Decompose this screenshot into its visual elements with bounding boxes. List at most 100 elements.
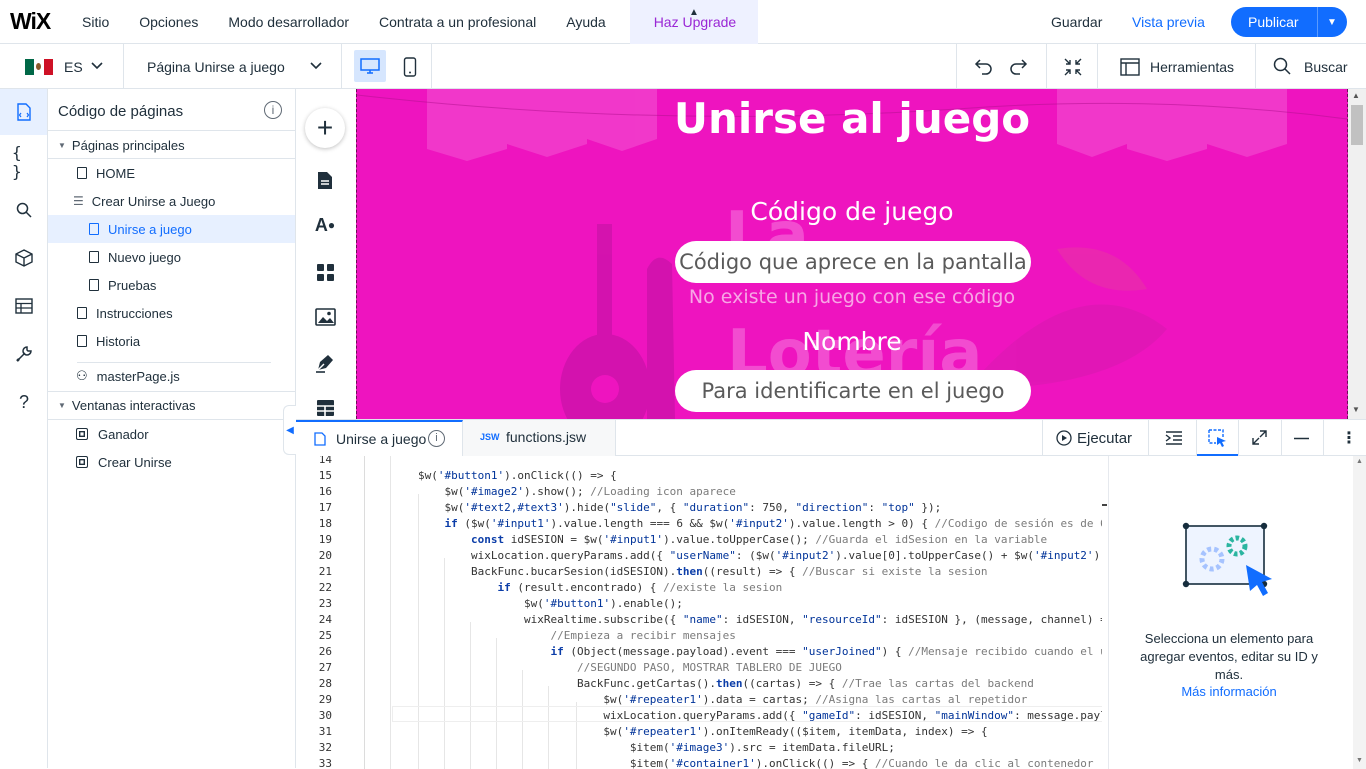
section-popups[interactable]: ▼ Ventanas interactivas	[48, 391, 295, 419]
package-icon[interactable]	[15, 249, 33, 267]
page-item-crear-unirse[interactable]: ☰ Crear Unirse a Juego	[48, 187, 295, 215]
code-line[interactable]: 30 wixLocation.queryParams.add({ "gameId…	[296, 708, 1108, 724]
collapse-panel-button[interactable]: ◀	[283, 405, 296, 455]
add-elements-icon[interactable]: +	[305, 108, 345, 148]
code-line[interactable]: 21 BackFunc.bucarSesion(idSESION).then((…	[296, 564, 1108, 580]
code-line[interactable]: 19 const idSESION = $w('#input1').value.…	[296, 532, 1108, 548]
database-table-icon[interactable]	[15, 298, 33, 314]
media-icon[interactable]	[315, 308, 336, 326]
code-line[interactable]: 18 if ($w('#input1').value.length === 6 …	[296, 516, 1108, 532]
publish-button[interactable]: Publicar ▼	[1231, 7, 1347, 37]
theme-icon[interactable]: A ●	[314, 214, 336, 236]
blog-pen-icon[interactable]	[315, 353, 335, 373]
chevron-down-icon[interactable]	[310, 62, 322, 70]
more-info-link[interactable]: Más información	[1129, 684, 1329, 699]
wrench-icon[interactable]	[15, 345, 33, 363]
search-icon[interactable]	[16, 202, 32, 218]
site-canvas[interactable]: La Lotería Unirse al juego Código de jue…	[356, 89, 1348, 419]
page-code-tab[interactable]	[0, 89, 47, 135]
page-item-historia[interactable]: Historia	[48, 327, 295, 355]
error-message[interactable]: No existe un juego con ese código	[357, 286, 1347, 308]
tools-button[interactable]: Herramientas	[1150, 59, 1234, 75]
expand-icon[interactable]	[1252, 430, 1267, 445]
page-selector[interactable]: Página Unirse a juego	[147, 59, 285, 75]
section-main-pages[interactable]: ▼ Páginas principales	[48, 131, 295, 159]
zoom-out-icon[interactable]	[1064, 58, 1082, 76]
page-heading[interactable]: Unirse al juego	[357, 94, 1347, 143]
indent-icon[interactable]	[1165, 430, 1183, 446]
page-item-pruebas[interactable]: Pruebas	[48, 271, 295, 299]
code-line[interactable]: 22 if (result.encontrado) { //existe la …	[296, 580, 1108, 596]
code-line[interactable]: 16 $w('#image2').show(); //Loading icon …	[296, 484, 1108, 500]
code-line[interactable]: 29 $w('#repeater1').data = cartas; //Asi…	[296, 692, 1108, 708]
undo-icon[interactable]	[974, 57, 994, 75]
code-line[interactable]: 32 $item('#image3').src = itemData.fileU…	[296, 740, 1108, 756]
page-item-home[interactable]: HOME	[48, 159, 295, 187]
chevron-down-icon[interactable]: ▼	[1327, 17, 1337, 28]
info-icon[interactable]: i	[264, 101, 282, 119]
code-line[interactable]: 25 //Empieza a recibir mensajes	[296, 628, 1108, 644]
popup-item-crear-unirse[interactable]: Crear Unirse	[48, 448, 295, 476]
name-label[interactable]: Nombre	[357, 327, 1347, 356]
properties-panel-toggle[interactable]	[1197, 420, 1238, 456]
wix-logo[interactable]: WiX	[10, 8, 82, 35]
apps-icon[interactable]	[316, 263, 335, 282]
code-line[interactable]: 20 wixLocation.queryParams.add({ "userNa…	[296, 548, 1108, 564]
menu-ayuda[interactable]: Ayuda	[566, 14, 605, 30]
code-label[interactable]: Código de juego	[357, 197, 1347, 226]
tab-functions-jsw[interactable]: JSW functions.jsw	[463, 420, 616, 456]
more-options-icon[interactable]: ⋮	[1341, 428, 1357, 448]
desktop-view-button[interactable]	[354, 50, 386, 82]
info-icon[interactable]: i	[428, 430, 445, 447]
code-text: $item('#container1').onClick(() => { //C…	[418, 757, 1094, 769]
preview-button[interactable]: Vista previa	[1132, 14, 1205, 30]
code-line[interactable]: 15 $w('#button1').onClick(() => {	[296, 468, 1108, 484]
section-main-pages-label: Páginas principales	[71, 137, 185, 153]
redo-icon[interactable]	[1008, 57, 1028, 75]
pages-icon[interactable]	[317, 171, 333, 190]
code-line[interactable]: 27 //SEGUNDO PASO, MOSTRAR TABLERO DE JU…	[296, 660, 1108, 676]
canvas-scrollbar[interactable]: ▲ ▼	[1348, 89, 1366, 419]
language-label[interactable]: ES	[64, 59, 83, 75]
code-line[interactable]: 23 $w('#button1').enable();	[296, 596, 1108, 612]
popup-item-ganador[interactable]: Ganador	[48, 420, 295, 448]
help-icon[interactable]: ?	[12, 390, 36, 414]
code-line[interactable]: 31 $w('#repeater1').onItemReady(($item, …	[296, 724, 1108, 740]
code-line[interactable]: 14	[296, 456, 1108, 468]
page-item-unirse-a-juego[interactable]: Unirse a juego	[48, 215, 295, 243]
game-code-input[interactable]: Código que aprece en la pantalla	[675, 241, 1031, 283]
code-text: if (Object(message.payload).event === "u…	[550, 645, 1108, 658]
code-line[interactable]: 26 if (Object(message.payload).event ===…	[296, 644, 1108, 660]
tools-icon[interactable]	[1120, 58, 1140, 76]
right-pane-scrollbar[interactable]: ▲ ▼	[1353, 456, 1366, 769]
page-item-instrucciones[interactable]: Instrucciones	[48, 299, 295, 327]
menu-sitio[interactable]: Sitio	[82, 14, 109, 30]
table-icon[interactable]	[316, 399, 335, 417]
code-line[interactable]: 17 $w('#text2,#text3').hide("slide", { "…	[296, 500, 1108, 516]
chevron-up-icon: ▲	[688, 6, 699, 18]
code-area[interactable]: 14 15 $w('#button1').onClick(() => {16 $w(…	[296, 456, 1108, 769]
code-line[interactable]: 28 BackFunc.getCartas().then((cartas) =>…	[296, 676, 1108, 692]
upgrade-button[interactable]: ▲ Haz Upgrade	[629, 0, 759, 44]
popup-item-label: Crear Unirse	[98, 454, 172, 470]
play-icon	[1056, 430, 1072, 446]
search-icon[interactable]	[1273, 57, 1291, 75]
save-button[interactable]: Guardar	[1051, 14, 1102, 30]
tab-unirse-a-juego[interactable]: Unirse a juego i	[296, 420, 463, 456]
run-button[interactable]: Ejecutar	[1056, 420, 1132, 456]
menu-contrata-profesional[interactable]: Contrata a un profesional	[379, 14, 536, 30]
code-line[interactable]: 24 wixRealtime.subscribe({ "name": idSES…	[296, 612, 1108, 628]
editor-tabs: Unirse a juego i JSW functions.jsw Ejecu…	[296, 420, 1366, 456]
chevron-down-icon[interactable]	[91, 62, 103, 70]
page-item-nuevo-juego[interactable]: Nuevo juego	[48, 243, 295, 271]
menu-modo-desarrollador[interactable]: Modo desarrollador	[228, 14, 349, 30]
properties-events-panel: ▲ ▼ Selecciona un elemento para agregar …	[1108, 456, 1366, 769]
search-button[interactable]: Buscar	[1304, 59, 1348, 75]
menu-opciones[interactable]: Opciones	[139, 14, 198, 30]
mobile-view-icon[interactable]	[403, 57, 417, 77]
code-line[interactable]: 33 $item('#container1').onClick(() => { …	[296, 756, 1108, 769]
masterpage-item[interactable]: ⚇ masterPage.js	[48, 362, 295, 390]
minimize-icon[interactable]	[1294, 437, 1309, 440]
curly-braces-icon[interactable]: { }	[12, 143, 36, 181]
player-name-input[interactable]: Para identificarte en el juego	[675, 370, 1031, 412]
